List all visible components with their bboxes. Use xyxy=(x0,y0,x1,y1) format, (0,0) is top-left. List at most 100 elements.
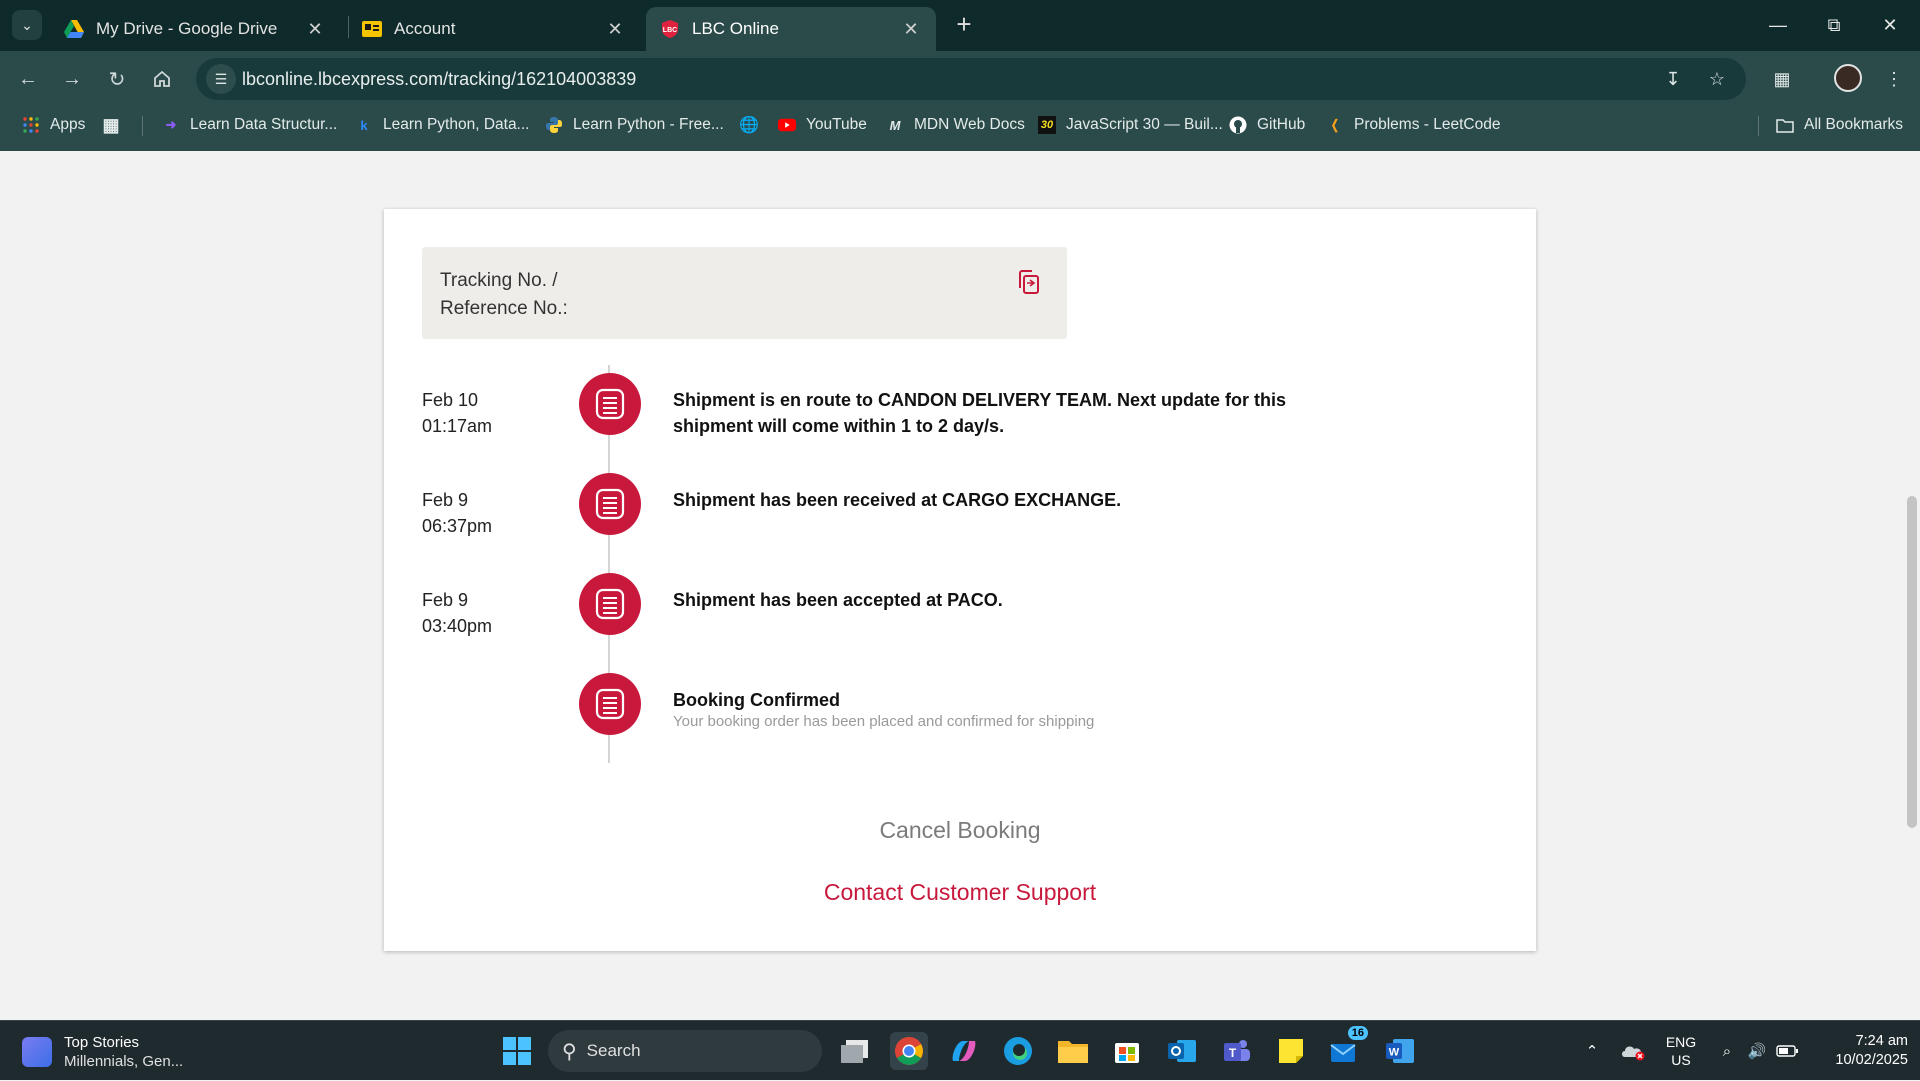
news-widget[interactable]: Top Stories Millennials, Gen... xyxy=(22,1033,183,1071)
close-tab-icon[interactable]: ✕ xyxy=(900,19,922,40)
edge-icon xyxy=(1004,1037,1032,1065)
arrow-right-icon: → xyxy=(62,67,82,90)
bookmark-mdn[interactable]: M MDN Web Docs xyxy=(886,106,1025,144)
bookmark-leetcode[interactable]: ❬ Problems - LeetCode xyxy=(1326,106,1501,144)
lbc-icon: LBC xyxy=(660,19,680,39)
outlook-button[interactable] xyxy=(1163,1032,1201,1070)
start-button[interactable] xyxy=(498,1032,536,1070)
document-icon xyxy=(579,573,641,635)
profile-avatar[interactable] xyxy=(1834,64,1862,92)
google-drive-icon xyxy=(64,19,84,39)
restore-button[interactable]: ⧉ xyxy=(1806,0,1862,51)
close-tab-icon[interactable]: ✕ xyxy=(304,19,326,40)
timeline-event: Feb 9 06:37pm Shipment has been received… xyxy=(384,473,1536,577)
bookmark-item[interactable]: k Learn Python, Data... xyxy=(355,106,529,144)
site-info-icon[interactable]: ☰ xyxy=(206,64,236,94)
copy-icon[interactable] xyxy=(1016,269,1042,297)
tab-account[interactable]: Account ✕ xyxy=(348,7,640,51)
all-bookmarks-button[interactable]: All Bookmarks xyxy=(1776,106,1903,144)
event-time: 01:17am xyxy=(422,416,493,436)
edge-button[interactable] xyxy=(999,1032,1037,1070)
folder-icon xyxy=(1058,1041,1088,1063)
bookmarks-bar: Apps ▦ ➜ Learn Data Structur... k Learn … xyxy=(0,106,1920,151)
bookmark-item[interactable]: ➜ Learn Data Structur... xyxy=(162,106,338,144)
bookmark-label: GitHub xyxy=(1257,116,1306,133)
battery-icon xyxy=(1776,1045,1798,1057)
event-description: Booking Confirmed xyxy=(673,690,840,710)
word-button[interactable]: W xyxy=(1381,1032,1419,1070)
kebab-menu-icon[interactable]: ⋮ xyxy=(1878,63,1910,95)
globe-bookmark[interactable]: 🌐 xyxy=(739,106,768,144)
event-description: Shipment has been accepted at PACO. xyxy=(673,590,1003,610)
chevron-up-icon: ⌃ xyxy=(1585,1043,1599,1060)
tab-search-button[interactable]: ⌄ xyxy=(12,10,42,40)
store-button[interactable] xyxy=(1108,1032,1146,1070)
tracking-label-line2: Reference No.: xyxy=(440,298,568,319)
bookmark-github[interactable]: GitHub xyxy=(1229,106,1305,144)
task-view-button[interactable] xyxy=(836,1032,874,1070)
tab-title: LBC Online xyxy=(692,19,779,38)
clock-date: 10/02/2025 xyxy=(1835,1052,1908,1068)
bookmark-label: Learn Python, Data... xyxy=(383,116,530,133)
chrome-taskbar-button[interactable] xyxy=(890,1032,928,1070)
volume-status[interactable]: 🔊 xyxy=(1742,1021,1772,1081)
cancel-booking-link[interactable]: Cancel Booking xyxy=(384,817,1536,844)
new-tab-button[interactable]: + xyxy=(950,11,978,39)
show-hidden-icons[interactable]: ⌃ xyxy=(1578,1021,1606,1081)
bookmark-label: JavaScript 30 — Buil... xyxy=(1066,116,1223,133)
tab-google-drive[interactable]: My Drive - Google Drive ✕ xyxy=(50,7,340,51)
battery-status[interactable] xyxy=(1772,1021,1802,1081)
address-bar[interactable]: ☰ lbconline.lbcexpress.com/tracking/1621… xyxy=(196,58,1746,100)
tab-groups-button[interactable]: ▦ xyxy=(102,106,130,144)
install-app-icon[interactable]: ↧ xyxy=(1658,64,1688,94)
tab-lbc-online[interactable]: LBC LBC Online ✕ xyxy=(646,7,936,51)
chevron-down-icon: ⌄ xyxy=(21,16,33,33)
teams-button[interactable]: T xyxy=(1217,1032,1255,1070)
onedrive-status[interactable] xyxy=(1618,1021,1648,1081)
globe-icon: 🌐 xyxy=(739,117,759,134)
home-button[interactable] xyxy=(146,63,178,95)
bookmark-divider xyxy=(1758,116,1759,136)
taskbar-search[interactable]: ⚲ Search xyxy=(548,1030,822,1072)
close-tab-icon[interactable]: ✕ xyxy=(604,19,626,40)
back-button[interactable]: ← xyxy=(12,63,44,95)
copilot-button[interactable] xyxy=(945,1032,983,1070)
tracking-card: Tracking No. / Reference No.: Feb 10 01:… xyxy=(384,209,1536,951)
sticky-notes-button[interactable] xyxy=(1272,1032,1310,1070)
bookmark-apps[interactable]: Apps xyxy=(22,106,85,144)
extensions-icon[interactable]: ▦ xyxy=(1766,63,1798,95)
speaker-icon: 🔊 xyxy=(1747,1043,1767,1060)
clock[interactable]: 7:24 am 10/02/2025 xyxy=(1808,1021,1908,1081)
page-scrollbar[interactable] xyxy=(1903,151,1920,1020)
minimize-button[interactable]: — xyxy=(1750,0,1806,51)
file-explorer-button[interactable] xyxy=(1054,1032,1092,1070)
language-indicator[interactable]: ENG US xyxy=(1660,1021,1702,1081)
lang-region: US xyxy=(1671,1052,1691,1068)
mail-button[interactable]: 16 xyxy=(1326,1026,1368,1070)
document-icon xyxy=(579,373,641,435)
tracking-label-line1: Tracking No. / xyxy=(440,270,558,291)
close-window-button[interactable]: ✕ xyxy=(1862,0,1918,51)
browser-toolbar: ← → ↻ ☰ lbconline.lbcexpress.com/trackin… xyxy=(0,51,1920,106)
scroll-thumb[interactable] xyxy=(1907,496,1917,828)
timeline-event: Feb 10 01:17am Shipment is en route to C… xyxy=(384,373,1536,477)
sticky-notes-icon xyxy=(1279,1039,1303,1063)
bookmark-js30[interactable]: 30 JavaScript 30 — Buil... xyxy=(1038,106,1223,144)
search-icon: ⚲ xyxy=(562,1040,577,1063)
contact-support-link[interactable]: Contact Customer Support xyxy=(384,879,1536,906)
bookmark-label: Problems - LeetCode xyxy=(1354,116,1501,133)
bookmark-label: Learn Data Structur... xyxy=(190,116,338,133)
tab-title: My Drive - Google Drive xyxy=(96,19,278,38)
wifi-status[interactable]: ⌕ xyxy=(1712,1021,1742,1081)
document-icon xyxy=(579,673,641,735)
bookmark-label: Apps xyxy=(50,116,86,133)
bookmark-star-icon[interactable]: ☆ xyxy=(1702,64,1732,94)
news-text: Top Stories Millennials, Gen... xyxy=(64,1033,183,1071)
bookmark-youtube[interactable]: YouTube xyxy=(778,106,867,144)
bookmark-item[interactable]: Learn Python - Free... xyxy=(545,106,724,144)
url-text[interactable]: lbconline.lbcexpress.com/tracking/162104… xyxy=(242,58,636,100)
reload-button[interactable]: ↻ xyxy=(101,63,133,95)
forward-button[interactable]: → xyxy=(56,63,88,95)
bookmark-label: Learn Python - Free... xyxy=(573,116,724,133)
leetcode-icon: ❬ xyxy=(1329,117,1341,132)
